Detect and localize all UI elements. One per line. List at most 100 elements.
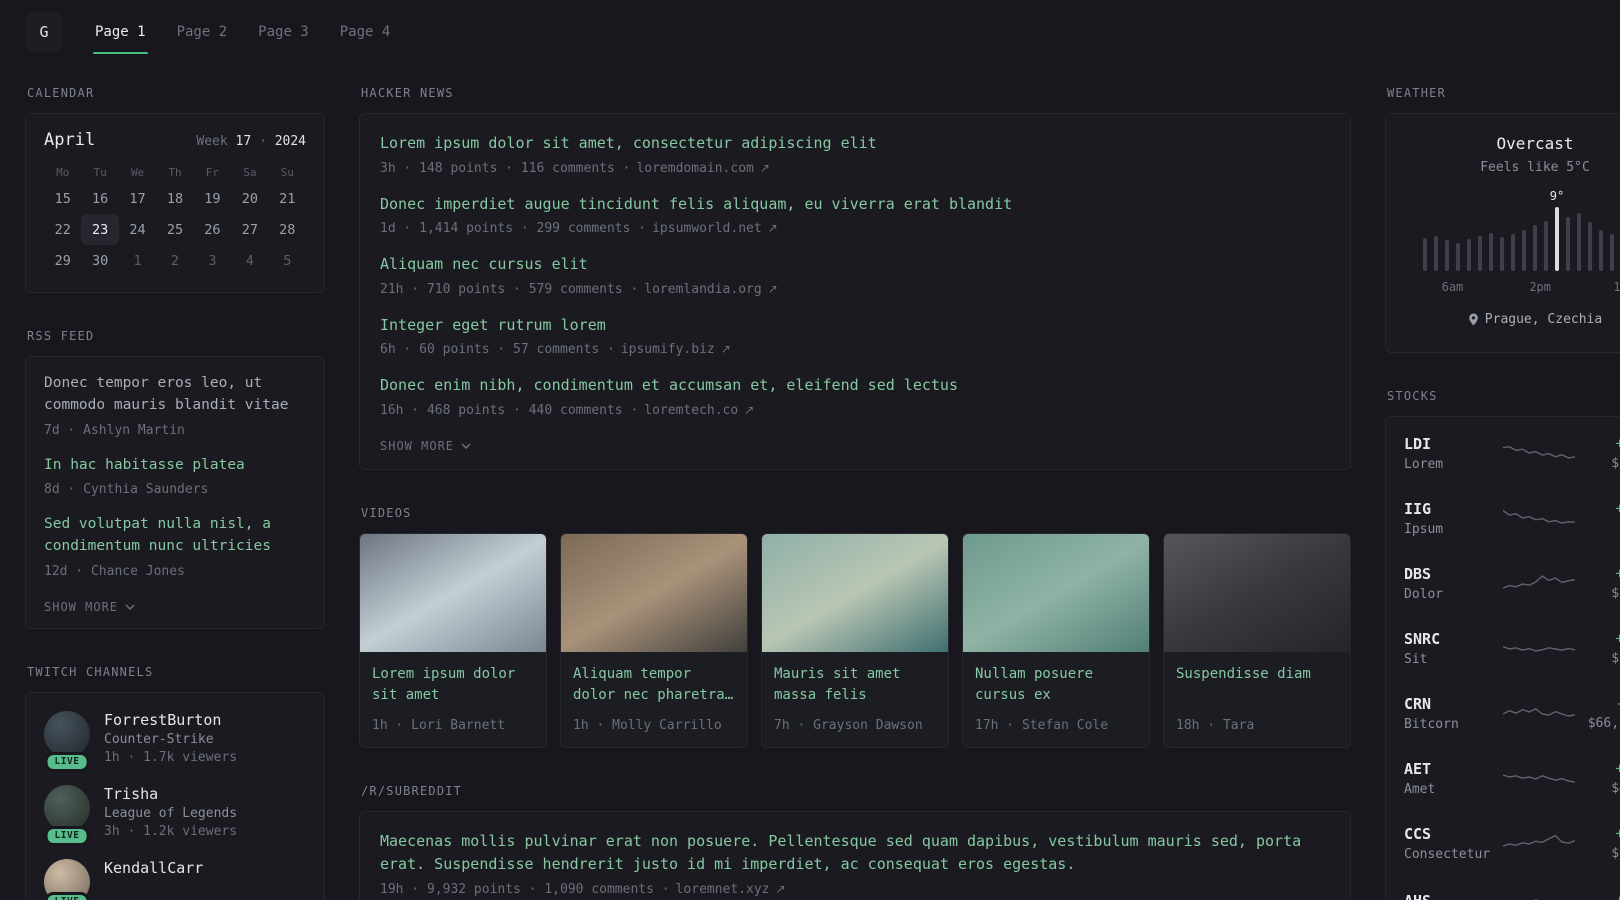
video-card[interactable]: Aliquam tempor dolor nec pharetra… 1h · M… — [560, 532, 748, 748]
stock-ticker[interactable]: DBS — [1404, 565, 1496, 583]
external-link-icon: ↗ — [759, 160, 770, 175]
video-thumbnail — [360, 533, 546, 652]
stock-row[interactable]: SNRC Sit +1.36% $148.64 — [1404, 616, 1620, 681]
top-navigation: G Page 1 Page 2 Page 3 Page 4 — [0, 0, 1620, 64]
rss-widget: RSS FEED Donec tempor eros leo, ut commo… — [25, 329, 325, 629]
calendar-day: 4 — [245, 252, 254, 269]
feed-item-domain-link[interactable]: loremtech.co — [644, 403, 738, 418]
rss-show-more-button[interactable]: SHOW MORE — [44, 598, 135, 616]
live-badge: LIVE — [44, 892, 90, 900]
feed-item-meta: 12d · Chance Jones — [44, 564, 306, 579]
sparkline-chart — [1503, 773, 1575, 783]
video-card[interactable]: Lorem ipsum dolor sit amet consectetu… 1h… — [359, 532, 547, 748]
stock-row[interactable]: IIG Ipsum +2.84% $42.04 — [1404, 486, 1620, 551]
calendar-weekday-row: Mo Tu We Th Fr Sa Su — [44, 166, 306, 179]
stock-ticker[interactable]: LDI — [1404, 435, 1496, 453]
twitch-channel-row[interactable]: LIVE KendallCarr — [44, 858, 306, 900]
calendar-separator: · — [259, 134, 267, 149]
stock-ticker[interactable]: AHS — [1404, 892, 1496, 900]
stock-row[interactable]: CRN Bitcorn -1.00% $66,171.48 — [1404, 681, 1620, 746]
feed-item-title[interactable]: Aliquam nec cursus elit — [380, 253, 1330, 276]
feed-item-title[interactable]: Donec imperdiet augue tincidunt felis al… — [380, 193, 1330, 216]
feed-item-title[interactable]: Sed volutpat nulla nisl, a condimentum n… — [44, 514, 306, 558]
stock-ticker[interactable]: CCS — [1404, 825, 1496, 843]
feed-item: Aliquam nec cursus elit 21h · 710 points … — [380, 253, 1330, 297]
stock-row[interactable]: DBS Dolor +1.42% $156.28 — [1404, 551, 1620, 616]
feed-item-title[interactable]: Donec enim nibh, condimentum et accumsan… — [380, 374, 1330, 397]
stock-row[interactable]: AET Amet +0.92% $499.72 — [1404, 746, 1620, 811]
stock-ticker[interactable]: SNRC — [1404, 630, 1496, 648]
feed-item: In hac habitasse platea 8d · Cynthia Saun… — [44, 455, 306, 498]
stock-row[interactable]: AHS +0.46% — [1404, 876, 1620, 900]
feed-item-meta: 16h · 468 points · 440 comments · loremte… — [380, 403, 1330, 418]
video-title[interactable]: Lorem ipsum dolor sit amet consectetu… — [372, 664, 534, 706]
feed-item-meta: 6h · 60 points · 57 comments · ipsumify.b… — [380, 342, 1330, 357]
twitch-channel-category: Counter-Strike — [104, 731, 214, 747]
stock-price: $156.28 — [1611, 586, 1620, 601]
calendar-card: April Week 17 · 2024 Mo Tu We Th Fr Sa Su 15 16… — [25, 113, 325, 293]
sparkline-chart — [1503, 445, 1575, 459]
video-title[interactable]: Suspendisse diam — [1176, 664, 1338, 706]
feed-item-title[interactable]: Donec tempor eros leo, ut commodo mauris… — [44, 373, 306, 417]
video-title[interactable]: Nullam posuere cursus ex — [975, 664, 1137, 706]
weather-time-label: 2pm — [1529, 280, 1551, 294]
stock-row[interactable]: LDI Lorem +4.35% $795.18 — [1404, 421, 1620, 486]
feed-item-domain-link[interactable]: ipsumify.biz — [621, 342, 715, 357]
tab-page-4[interactable]: Page 4 — [338, 18, 393, 46]
twitch-channel-row[interactable]: LIVE Trisha League of Legends 3h · 1.2k vie… — [44, 784, 306, 846]
feed-item: Maecenas mollis pulvinar erat non posuer… — [380, 830, 1330, 898]
weather-condition: Overcast — [1496, 134, 1574, 153]
weather-bar — [1423, 238, 1427, 271]
feed-item-domain-link[interactable]: loremdomain.com — [636, 161, 753, 176]
stock-ticker[interactable]: CRN — [1404, 695, 1496, 713]
chevron-down-icon — [461, 442, 471, 449]
video-card-body: Nullam posuere cursus ex 17h · Stefan Col… — [963, 652, 1149, 747]
feed-item-title[interactable]: Integer eget rutrum lorem — [380, 314, 1330, 337]
weather-bar — [1478, 236, 1482, 271]
stock-name: Amet — [1404, 782, 1436, 797]
stock-values-block: +0.46% — [1582, 893, 1620, 900]
video-title[interactable]: Mauris sit amet massa felis — [774, 664, 936, 706]
rss-show-more-label: SHOW MORE — [44, 599, 119, 614]
calendar-week-label: Week — [196, 134, 228, 149]
stock-symbol-block: AET Amet — [1404, 760, 1496, 797]
tab-page-2[interactable]: Page 2 — [175, 18, 230, 46]
tab-page-3[interactable]: Page 3 — [256, 18, 311, 46]
feed-item-domain-link[interactable]: loremlandia.org — [644, 282, 761, 297]
page-tabs: Page 1 Page 2 Page 3 Page 4 — [93, 18, 393, 54]
stock-row[interactable]: CCS Consectetur +0.51% $165.84 — [1404, 811, 1620, 876]
twitch-channel-row[interactable]: LIVE ForrestBurton Counter-Strike 1h · 1.7k… — [44, 710, 306, 772]
video-card[interactable]: Nullam posuere cursus ex 17h · Stefan Col… — [962, 532, 1150, 748]
video-card[interactable]: Suspendisse diam 18h · Tara — [1163, 532, 1351, 748]
video-card[interactable]: Mauris sit amet massa felis 7h · Grayson … — [761, 532, 949, 748]
stock-sparkline — [1496, 636, 1582, 662]
feed-item-domain-link[interactable]: loremnet.xyz — [676, 882, 770, 897]
twitch-channel-list: LIVE ForrestBurton Counter-Strike 1h · 1.7k… — [44, 710, 306, 900]
tab-page-1[interactable]: Page 1 — [93, 18, 148, 54]
twitch-channel-name[interactable]: Trisha — [104, 785, 237, 803]
stock-sparkline — [1496, 890, 1582, 900]
feed-item-title[interactable]: In hac habitasse platea — [44, 455, 306, 477]
stock-sparkline — [1496, 441, 1582, 467]
calendar-day: 3 — [208, 252, 217, 269]
twitch-channel-name[interactable]: KendallCarr — [104, 859, 203, 877]
stock-change-percent: +0.46% — [1582, 893, 1620, 900]
hackernews-show-more-label: SHOW MORE — [380, 438, 455, 453]
stock-name: Sit — [1404, 652, 1428, 667]
weather-widget: WEATHER Overcast Feels like 5°C 9° 6am 2p… — [1385, 86, 1620, 353]
feed-item-title[interactable]: Maecenas mollis pulvinar erat non posuer… — [380, 830, 1330, 877]
video-title[interactable]: Aliquam tempor dolor nec pharetra… — [573, 664, 735, 706]
stock-ticker[interactable]: AET — [1404, 760, 1496, 778]
stock-change-percent: +1.36% — [1615, 631, 1620, 647]
stock-ticker[interactable]: IIG — [1404, 500, 1496, 518]
videos-section-title: VIDEOS — [361, 505, 412, 520]
weather-bar — [1522, 230, 1526, 271]
feed-item-title[interactable]: Lorem ipsum dolor sit amet, consectetur … — [380, 132, 1330, 155]
app-logo[interactable]: G — [25, 13, 63, 51]
feed-item-domain-link[interactable]: ipsumworld.net — [652, 221, 762, 236]
weather-hourly-chart: 9° — [1406, 189, 1620, 271]
center-column: HACKER NEWS Lorem ipsum dolor sit amet, … — [359, 86, 1351, 900]
twitch-channel-name[interactable]: ForrestBurton — [104, 711, 237, 729]
stock-price: $165.84 — [1611, 846, 1620, 861]
hackernews-show-more-button[interactable]: SHOW MORE — [380, 437, 471, 455]
